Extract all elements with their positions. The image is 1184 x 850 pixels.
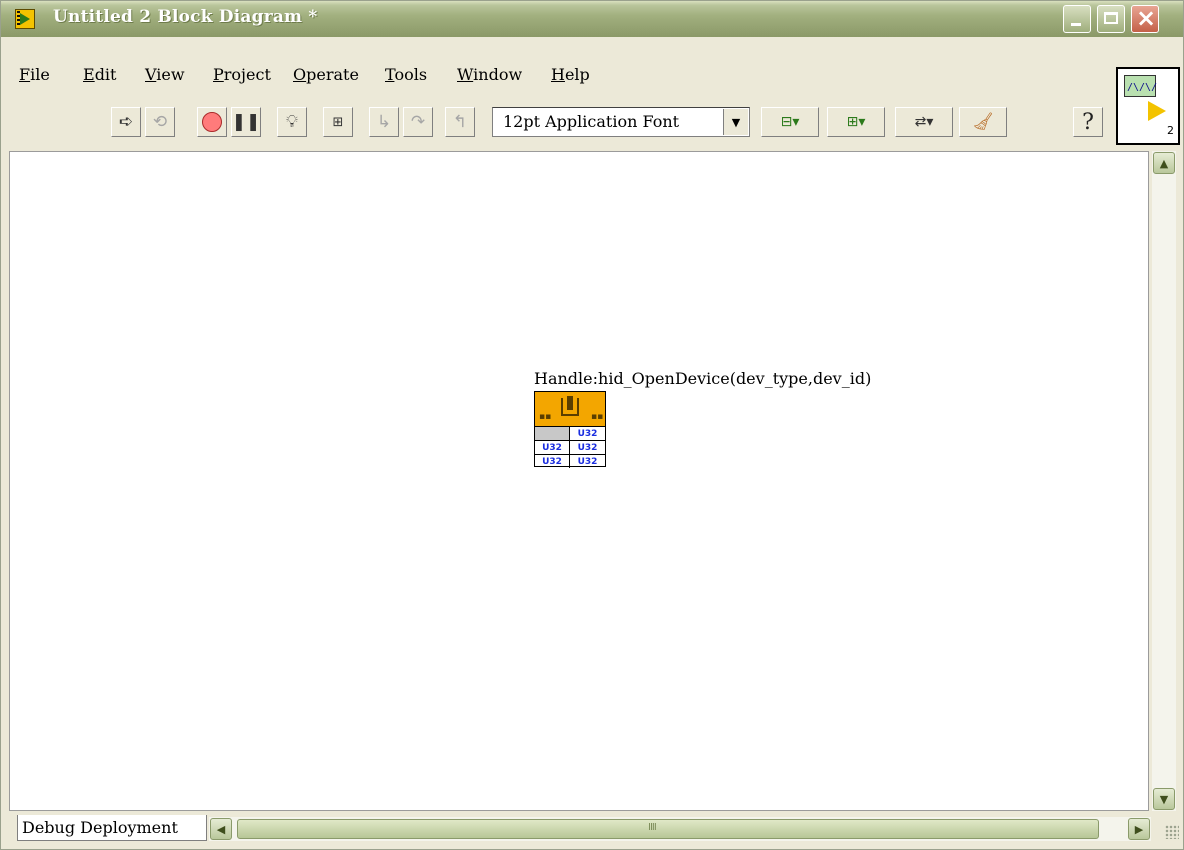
- node-label[interactable]: Handle:hid_OpenDevice(dev_type,dev_id): [534, 369, 871, 388]
- close-button[interactable]: ×: [1131, 4, 1159, 33]
- pause-button[interactable]: ❚❚: [231, 107, 261, 137]
- scope-icon: /\/\/: [1124, 75, 1157, 97]
- step-over-button[interactable]: ↷: [403, 107, 433, 137]
- menu-tools[interactable]: Tools: [385, 65, 427, 84]
- highlight-execution-button[interactable]: 💡︎: [277, 107, 307, 137]
- horizontal-scrollbar[interactable]: ◀ ▶: [209, 817, 1151, 841]
- status-bar: Debug Deployment ◀ ▶: [9, 813, 1183, 845]
- labview-diagram-icon: [15, 9, 35, 29]
- step-into-icon: ↳: [376, 112, 392, 132]
- labview-window: Untitled 2 Block Diagram * × File Edit V…: [0, 0, 1184, 850]
- node-terminal[interactable]: U32: [569, 427, 605, 440]
- step-into-button[interactable]: ↳: [369, 107, 399, 137]
- step-out-icon: ↰: [452, 112, 468, 132]
- run-continuously-button[interactable]: ⟲: [145, 107, 175, 137]
- minimize-icon: [1071, 23, 1081, 26]
- resize-grip-icon[interactable]: [1165, 825, 1179, 839]
- font-select-value: 12pt Application Font: [503, 112, 680, 131]
- vi-arrow-icon: [1148, 101, 1166, 121]
- menu-file[interactable]: File: [19, 65, 50, 84]
- call-library-function-node[interactable]: ▪▪ ▪▪ U32 U32 U32 U32 U32: [534, 391, 606, 468]
- node-terminal[interactable]: U32: [569, 455, 605, 468]
- abort-button[interactable]: [197, 107, 227, 137]
- node-terminal[interactable]: [535, 427, 569, 440]
- close-icon: ×: [1136, 4, 1157, 32]
- broom-icon: 🧹︎: [972, 112, 994, 132]
- window-title: Untitled 2 Block Diagram *: [53, 7, 318, 27]
- node-terminal[interactable]: U32: [535, 441, 569, 454]
- menu-operate[interactable]: Operate: [293, 65, 359, 84]
- title-bar[interactable]: Untitled 2 Block Diagram * ×: [1, 1, 1183, 37]
- distribute-objects-button[interactable]: ⊞▾: [827, 107, 885, 137]
- node-header: ▪▪ ▪▪: [535, 392, 605, 426]
- menu-help[interactable]: Help: [551, 65, 590, 84]
- run-button[interactable]: ➪: [111, 107, 141, 137]
- node-terminal[interactable]: U32: [569, 441, 605, 454]
- horizontal-scroll-thumb[interactable]: [237, 819, 1099, 839]
- block-diagram-canvas[interactable]: Handle:hid_OpenDevice(dev_type,dev_id) ▪…: [9, 151, 1149, 811]
- scroll-up-icon[interactable]: ▲: [1153, 152, 1175, 174]
- align-icon: ⊟▾: [780, 114, 800, 130]
- maximize-button[interactable]: [1097, 5, 1125, 33]
- lightbulb-icon: 💡︎: [286, 112, 298, 132]
- step-over-icon: ↷: [410, 112, 426, 132]
- node-dots-right-icon: ▪▪: [591, 412, 604, 422]
- vertical-scrollbar[interactable]: ▲ ▼: [1152, 151, 1176, 811]
- maximize-icon: [1104, 12, 1118, 24]
- retain-wire-values-button[interactable]: ⊞: [323, 107, 353, 137]
- font-select[interactable]: 12pt Application Font ▼: [492, 107, 750, 137]
- run-continuously-icon: ⟲: [152, 112, 168, 132]
- debug-deployment-tab[interactable]: Debug Deployment: [17, 815, 207, 841]
- scroll-down-icon[interactable]: ▼: [1153, 788, 1175, 810]
- node-terminal-row: U32: [535, 426, 605, 440]
- run-arrow-icon: ➪: [118, 112, 134, 132]
- menu-view[interactable]: View: [145, 65, 185, 84]
- align-objects-button[interactable]: ⊟▾: [761, 107, 819, 137]
- pause-icon: ❚❚: [231, 112, 261, 132]
- node-terminal-row: U32 U32: [535, 440, 605, 454]
- minimize-button[interactable]: [1063, 5, 1091, 33]
- stop-icon: [202, 112, 222, 132]
- reorder-button[interactable]: ⇄▾: [895, 107, 953, 137]
- clean-up-diagram-button[interactable]: 🧹︎: [959, 107, 1007, 137]
- context-help-button[interactable]: ?: [1073, 107, 1103, 137]
- node-terminal[interactable]: U32: [535, 455, 569, 468]
- distribute-icon: ⊞▾: [846, 114, 866, 130]
- menu-edit[interactable]: Edit: [83, 65, 116, 84]
- menu-window[interactable]: Window: [457, 65, 522, 84]
- scroll-left-icon[interactable]: ◀: [210, 818, 232, 840]
- node-dots-left-icon: ▪▪: [539, 412, 552, 422]
- library-icon: [561, 396, 579, 416]
- vi-icon-number: 2: [1167, 124, 1174, 137]
- node-terminal-row: U32 U32: [535, 454, 605, 468]
- step-out-button[interactable]: ↰: [445, 107, 475, 137]
- dropdown-arrow-icon[interactable]: ▼: [723, 109, 748, 135]
- vi-icon[interactable]: /\/\/ 2: [1116, 67, 1180, 145]
- reorder-icon: ⇄▾: [914, 114, 934, 130]
- scroll-right-icon[interactable]: ▶: [1128, 818, 1150, 840]
- probe-icon: ⊞: [332, 114, 344, 130]
- menu-project[interactable]: Project: [213, 65, 271, 84]
